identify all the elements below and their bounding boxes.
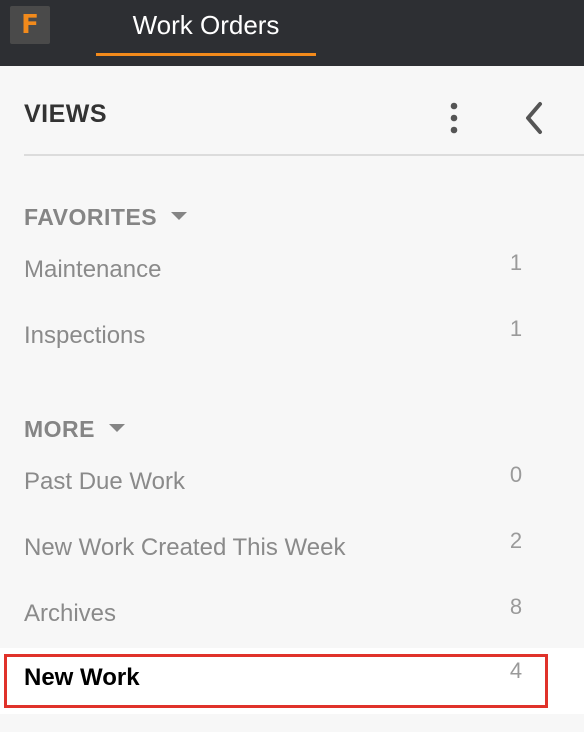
list-item[interactable]: New Work Created This Week 2 <box>0 518 584 584</box>
item-label: Inspections <box>24 322 146 349</box>
views-title: VIEWS <box>24 100 108 128</box>
views-header: VIEWS <box>24 90 584 156</box>
caret-down-icon <box>171 211 188 220</box>
list-item[interactable]: Inspections 1 <box>0 306 584 372</box>
item-count: 1 <box>509 316 523 341</box>
item-count: 2 <box>509 528 523 553</box>
caret-down-icon <box>109 423 125 432</box>
item-label: Maintenance <box>24 256 162 283</box>
item-count: 4 <box>509 658 523 683</box>
item-count: 8 <box>509 594 523 619</box>
item-label: Archives <box>24 600 117 627</box>
more-heading[interactable]: MORE <box>24 416 125 446</box>
list-item[interactable]: Maintenance 1 <box>0 240 584 306</box>
item-count: 0 <box>509 462 523 487</box>
kebab-menu-icon[interactable] <box>444 98 464 138</box>
item-count: 1 <box>509 250 523 275</box>
app-logo[interactable]: F <box>10 6 50 44</box>
list-item[interactable]: Archives 8 <box>0 584 584 650</box>
list-item[interactable]: Past Due Work 0 <box>0 452 584 518</box>
item-label: New Work Created This Week <box>24 534 346 561</box>
tab-work-orders[interactable]: Work Orders <box>96 0 316 56</box>
item-label: Past Due Work <box>24 468 185 495</box>
chevron-left-icon[interactable] <box>520 98 550 138</box>
list-item-selected[interactable]: New Work 4 <box>0 648 584 714</box>
favorites-heading-label: FAVORITES <box>24 204 158 230</box>
top-bar: F Work Orders <box>0 0 584 66</box>
more-heading-label: MORE <box>24 416 95 442</box>
favorites-heading[interactable]: FAVORITES <box>24 204 188 234</box>
item-label: New Work <box>24 664 140 691</box>
